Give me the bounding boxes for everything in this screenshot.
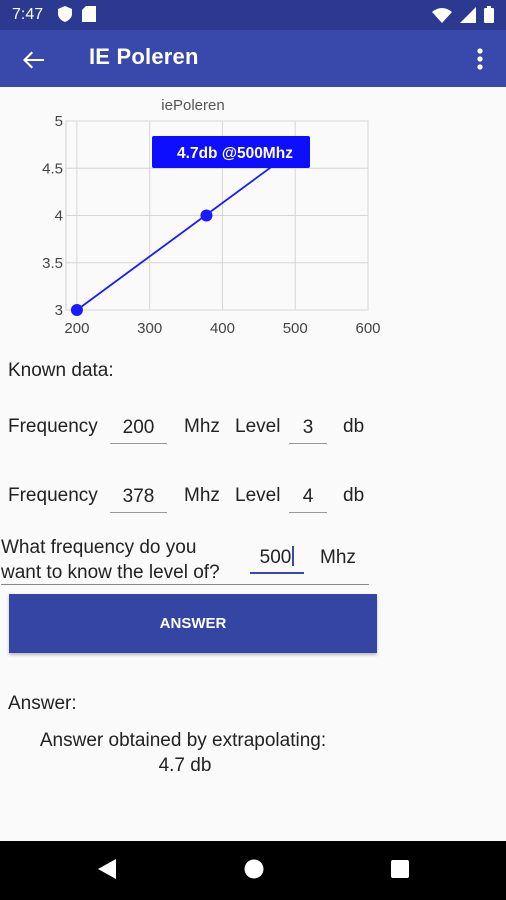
nav-home-icon <box>244 859 264 879</box>
x-tick-label: 400 <box>210 320 235 337</box>
tooltip-label: 4.7db @500Mhz <box>177 145 293 162</box>
sd-card-icon <box>82 6 96 22</box>
y-tick-label: 3.5 <box>42 255 63 272</box>
answer-line1: Answer obtained by extrapolating: <box>39 730 327 751</box>
known-data-heading: Known data: <box>8 360 114 381</box>
frequency-label-1: Frequency <box>8 416 98 437</box>
page-title: IE Poleren <box>89 44 199 69</box>
query-frequency-input[interactable]: 500 <box>250 544 304 574</box>
chart[interactable]: iePoleren 200 300 400 500 600 3 3.5 4 4.5 5 4.7db … <box>0 90 380 350</box>
frequency-field-1[interactable]: 200 <box>110 414 167 444</box>
answer-button[interactable]: ANSWER <box>9 594 377 653</box>
back-button[interactable] <box>18 44 50 76</box>
x-tick-label: 300 <box>137 320 162 337</box>
level-label-2: Level <box>235 485 281 506</box>
app-bar: IE Poleren <box>0 30 506 87</box>
answer-heading: Answer: <box>8 693 77 714</box>
more-vert-icon <box>477 48 483 70</box>
level-unit-2: db <box>343 485 365 506</box>
query-divider <box>1 584 369 585</box>
chart-svg: iePoleren 200 300 400 500 600 3 3.5 4 4.5 5 4.7db … <box>42 97 380 337</box>
level-field-1[interactable]: 3 <box>289 414 327 444</box>
nav-recents-icon <box>391 860 409 878</box>
level-label-1: Level <box>235 416 281 437</box>
query-question-line1: What frequency do you <box>1 537 197 558</box>
frequency-unit-2: Mhz <box>184 485 220 506</box>
frequency-unit-1: Mhz <box>184 416 220 437</box>
wifi-icon <box>432 7 452 23</box>
status-time: 7:47 <box>12 6 44 23</box>
answer-value: 4.7 db <box>158 755 212 776</box>
y-tick-label: 5 <box>55 113 63 130</box>
y-tick-label: 4.5 <box>42 160 63 177</box>
query-frequency-value: 500 <box>259 547 292 568</box>
status-bar: 7:47 <box>0 0 506 30</box>
frequency-label-2: Frequency <box>8 485 98 506</box>
overflow-menu-button[interactable] <box>472 44 488 74</box>
query-unit: Mhz <box>320 547 356 568</box>
nav-recents-button[interactable] <box>389 857 411 886</box>
data-point <box>70 304 83 316</box>
level-unit-1: db <box>343 416 365 437</box>
data-point <box>200 209 213 222</box>
arrow-back-icon <box>23 51 44 69</box>
signal-icon <box>460 6 476 23</box>
text-cursor <box>292 546 295 566</box>
series-line <box>76 148 296 311</box>
x-tick-label: 500 <box>283 320 308 337</box>
chart-title: iePoleren <box>161 97 224 114</box>
y-tick-label: 3 <box>55 302 63 319</box>
x-tick-label: 200 <box>64 320 89 337</box>
y-tick-label: 4 <box>55 208 63 225</box>
navigation-bar <box>0 841 506 900</box>
query-question-line2: want to know the level of? <box>1 562 220 583</box>
frequency-field-2[interactable]: 378 <box>110 483 167 513</box>
level-field-2[interactable]: 4 <box>289 483 327 513</box>
nav-back-button[interactable] <box>96 857 118 886</box>
shield-icon <box>58 6 72 22</box>
battery-icon <box>484 6 494 23</box>
x-tick-label: 600 <box>355 320 380 337</box>
nav-home-button[interactable] <box>243 857 265 886</box>
nav-back-icon <box>98 859 116 879</box>
